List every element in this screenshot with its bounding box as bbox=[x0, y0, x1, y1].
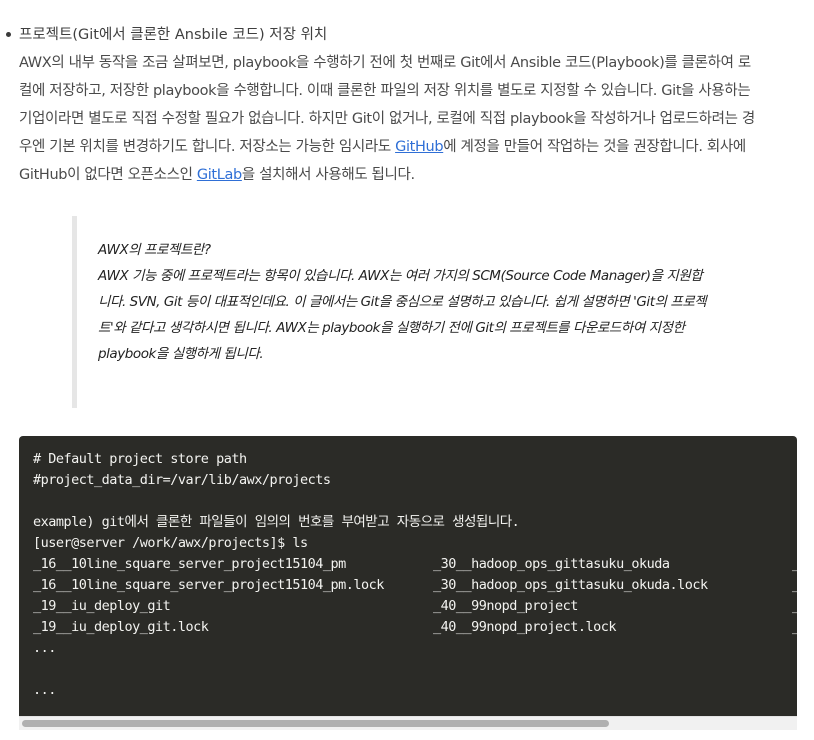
listing-cell: _ bbox=[792, 575, 797, 596]
paragraph-line: 컬에 저장하고, 저장한 playbook을 수행합니다. 이때 클론한 파일의… bbox=[19, 83, 751, 99]
listing-cell: _ bbox=[792, 596, 797, 617]
paragraph-line: GitHub이 없다면 오픈소스인 GitLab을 설치해서 사용해도 됩니다. bbox=[19, 161, 809, 189]
section-paragraph: AWX의 내부 동작을 조금 살펴보면, playbook을 수행하기 전에 첫… bbox=[19, 49, 809, 189]
listing-cell: _ bbox=[792, 617, 797, 638]
scrollbar-thumb[interactable] bbox=[22, 720, 609, 727]
blockquote-line: playbook을 실행하게 됩니다. bbox=[98, 346, 264, 362]
listing-cell: _ bbox=[792, 554, 797, 575]
section-title: 프로젝트(Git에서 클론한 Ansbile 코드) 저장 위치 bbox=[19, 27, 328, 43]
code-listing-row: _19__iu_deploy_git _40__99nopd_project _ bbox=[33, 596, 797, 617]
listing-cell: _40__99nopd_project bbox=[433, 598, 578, 614]
paragraph-text: 을 설치해서 사용해도 됩니다. bbox=[241, 167, 415, 183]
listing-cell: _19__iu_deploy_git bbox=[33, 598, 171, 614]
github-link[interactable]: GitHub bbox=[395, 139, 444, 155]
listing-cell: _30__hadoop_ops_gittasuku_okuda.lock bbox=[433, 577, 708, 593]
code-listing-row: _16__10line_square_server_project15104_p… bbox=[33, 575, 797, 596]
code-line: ... bbox=[33, 640, 56, 656]
paragraph-line: AWX의 내부 동작을 조금 살펴보면, playbook을 수행하기 전에 첫… bbox=[19, 55, 751, 71]
paragraph-line: 기업이라면 별도로 직접 수정할 필요가 없습니다. 하지만 Git이 없거나,… bbox=[19, 111, 755, 127]
paragraph-text: 에 계정을 만들어 작업하는 것을 권장합니다. 회사에 bbox=[443, 139, 746, 155]
blockquote-body: AWX의 프로젝트란? AWX 기능 중에 프로젝트라는 항목이 있습니다. A… bbox=[98, 237, 707, 367]
paragraph-line: 우엔 기본 위치를 변경하기도 합니다. 저장소는 가능한 임시라도 GitHu… bbox=[19, 133, 809, 161]
listing-cell: _16__10line_square_server_project15104_p… bbox=[33, 556, 346, 572]
bullet-dot bbox=[6, 32, 11, 37]
code-content: # Default project store path #project_da… bbox=[33, 449, 797, 701]
code-line: #project_data_dir=/var/lib/awx/projects bbox=[33, 472, 331, 488]
code-line: # Default project store path bbox=[33, 451, 247, 467]
code-line: ... bbox=[33, 682, 56, 698]
code-line: [user@server /work/awx/projects]$ ls bbox=[33, 535, 308, 551]
listing-cell: _40__99nopd_project.lock bbox=[433, 619, 617, 635]
blockquote: AWX의 프로젝트란? AWX 기능 중에 프로젝트라는 항목이 있습니다. A… bbox=[72, 216, 797, 408]
blockquote-line: 트'와 같다고 생각하시면 됩니다. AWX는 playbook을 실행하기 전… bbox=[98, 320, 685, 336]
code-block[interactable]: # Default project store path #project_da… bbox=[19, 436, 797, 716]
paragraph-text: 우엔 기본 위치를 변경하기도 합니다. 저장소는 가능한 임시라도 bbox=[19, 139, 396, 155]
blockquote-line: 니다. SVN, Git 등이 대표적인데요. 이 글에서는 Git을 중심으로… bbox=[98, 294, 707, 310]
horizontal-scrollbar[interactable] bbox=[19, 716, 797, 730]
gitlab-link[interactable]: GitLab bbox=[197, 167, 242, 183]
blockquote-line: AWX 기능 중에 프로젝트라는 항목이 있습니다. AWX는 여러 가지의 S… bbox=[98, 268, 703, 284]
code-listing-row: _16__10line_square_server_project15104_p… bbox=[33, 554, 797, 575]
blockquote-heading: AWX의 프로젝트란? bbox=[98, 242, 211, 258]
listing-cell: _16__10line_square_server_project15104_p… bbox=[33, 577, 384, 593]
listing-cell: _30__hadoop_ops_gittasuku_okuda bbox=[433, 556, 670, 572]
listing-cell: _19__iu_deploy_git.lock bbox=[33, 619, 209, 635]
paragraph-text: GitHub이 없다면 오픈소스인 bbox=[19, 167, 197, 183]
code-listing-row: _19__iu_deploy_git.lock _40__99nopd_proje… bbox=[33, 617, 797, 638]
code-line: example) git에서 클론한 파일들이 임의의 번호를 부여받고 자동으… bbox=[33, 514, 520, 530]
